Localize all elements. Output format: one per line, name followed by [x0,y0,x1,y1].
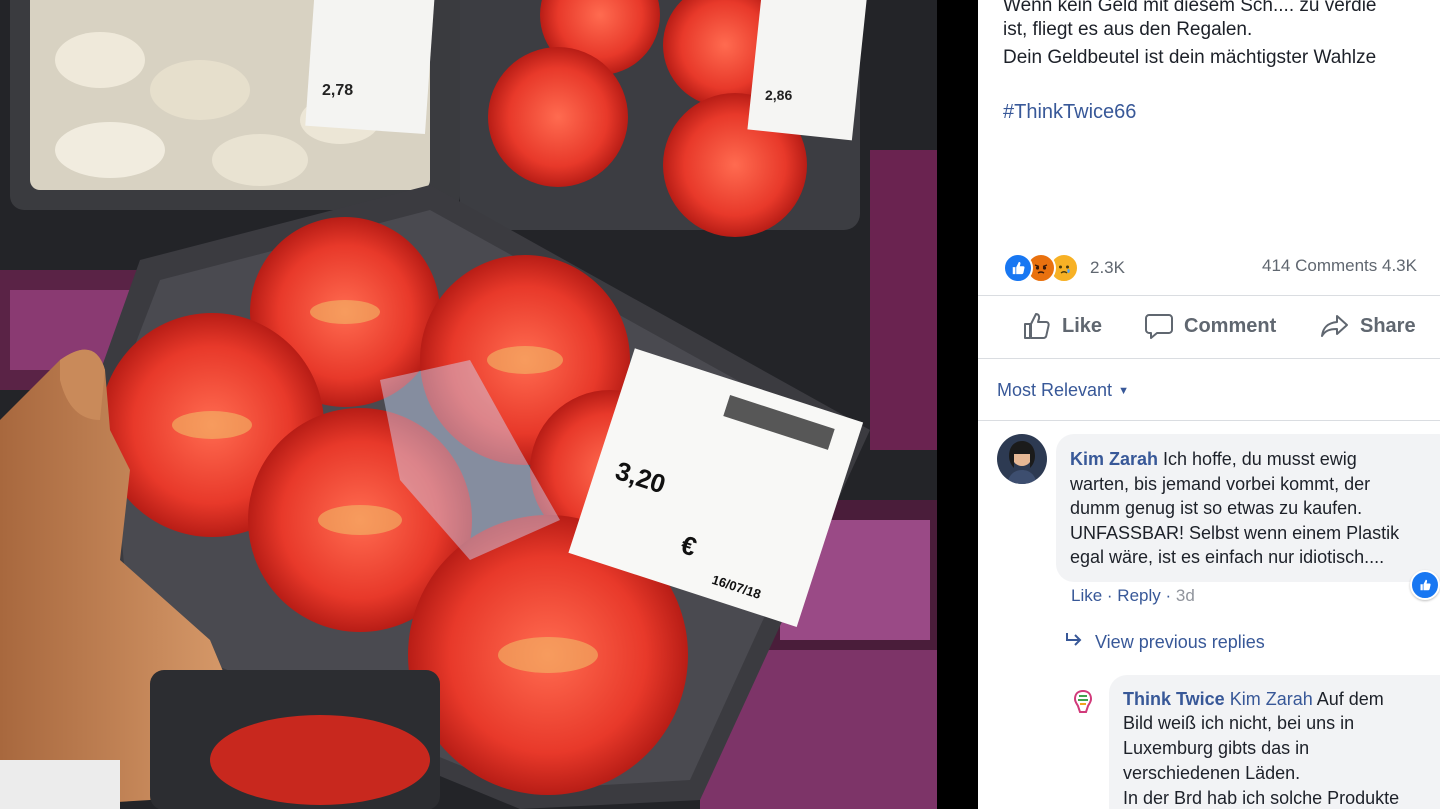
share-label: Share [1360,314,1416,337]
sort-label: Most Relevant [997,380,1113,400]
comment-button[interactable]: Comment [1144,312,1276,340]
comment-like-link[interactable]: Like [1071,586,1102,605]
reply-text-line: verschiedenen Läden. [1123,763,1301,783]
reply-text-line: Bild weiß ich nicht, bei uns in [1123,713,1355,733]
comment-text-line: warten, bis jemand vorbei kommt, der [1070,474,1371,494]
divider [978,358,1440,359]
avatar[interactable] [997,434,1047,484]
view-previous-label: View previous replies [1095,632,1265,652]
comment-bubble: Kim Zarah Ich hoffe, du musst ewig warte… [1056,434,1440,582]
thumbs-up-icon [1022,312,1052,340]
post-text-line: Dein Geldbeutel ist dein mächtigster Wah… [1003,47,1377,68]
reply-text-line: Luxemburg gibts das in [1123,738,1310,758]
price-label-top-right: 2,86 [765,87,792,103]
comment-text-line: egal wäre, ist es einfach nur idiotisch.… [1070,547,1385,567]
comment-label: Comment [1184,314,1277,337]
reply-arrow-icon [1065,632,1083,653]
caret-down-icon: ▼ [1118,384,1129,397]
comment-text-line: UNFASSBAR! Selbst wenn einem Plastik [1070,523,1400,543]
like-button[interactable]: Like [1022,312,1102,340]
reaction-count: 2.3K [1090,258,1125,277]
comment-author[interactable]: Kim Zarah [1070,449,1158,469]
avatar[interactable] [1070,688,1096,714]
divider [978,420,1440,421]
comment-sort-dropdown[interactable]: Most Relevant ▼ [997,380,1129,401]
reply-text: Auf dem [1312,689,1384,709]
tomato-tray-photo: 2,78 2,86 3,20 € 16/07/18 [0,0,937,809]
tomato-tray-top: 2,86 [460,0,868,237]
comments-shares-count[interactable]: 414 Comments 4.3K [1262,256,1417,276]
reply-text-line: In der Brd hab ich solche Produkte [1123,788,1400,808]
reply-bubble: Think Twice Kim Zarah Auf dem Bild weiß … [1109,675,1440,809]
like-reaction-icon [1003,253,1033,283]
like-label: Like [1062,314,1103,337]
comment-first-line: Kim Zarah Ich hoffe, du musst ewig [1070,447,1357,472]
post-text-line: ist, fliegt es aus den Regalen. [1003,19,1253,40]
separator: · [1160,586,1176,605]
reply-first-line: Think Twice Kim Zarah Auf dem [1123,687,1384,712]
hashtag-link[interactable]: #ThinkTwice66 [1003,101,1136,124]
view-previous-replies-link[interactable]: View previous replies [1065,632,1265,653]
reactions-summary[interactable]: 2.3K [1003,253,1125,283]
comment-reply-link[interactable]: Reply [1117,586,1160,605]
share-icon [1320,312,1350,340]
price-label-top-left: 2,78 [322,82,353,99]
comment-text: Ich hoffe, du musst ewig [1158,449,1357,469]
post-photo[interactable]: 2,78 2,86 3,20 € 16/07/18 [0,0,937,809]
comment-text-line: dumm genug ist so etwas zu kaufen. [1070,498,1363,518]
post-text-line: Wenn kein Geld mit diesem Sch.... zu ver… [1003,0,1377,16]
comment-like-badge[interactable] [1410,570,1440,600]
comment-icon [1144,312,1174,340]
comment-timestamp[interactable]: 3d [1176,586,1195,605]
reply-mention[interactable]: Kim Zarah [1230,689,1313,709]
mushroom-tray: 2,78 [10,0,460,210]
share-button[interactable]: Share [1320,312,1416,340]
reply-author[interactable]: Think Twice [1123,689,1225,709]
comment-meta: Like · Reply · 3d [1071,586,1195,606]
post-panel: Wenn kein Geld mit diesem Sch.... zu ver… [978,0,1440,809]
separator: · [1102,586,1118,605]
divider [978,295,1440,296]
